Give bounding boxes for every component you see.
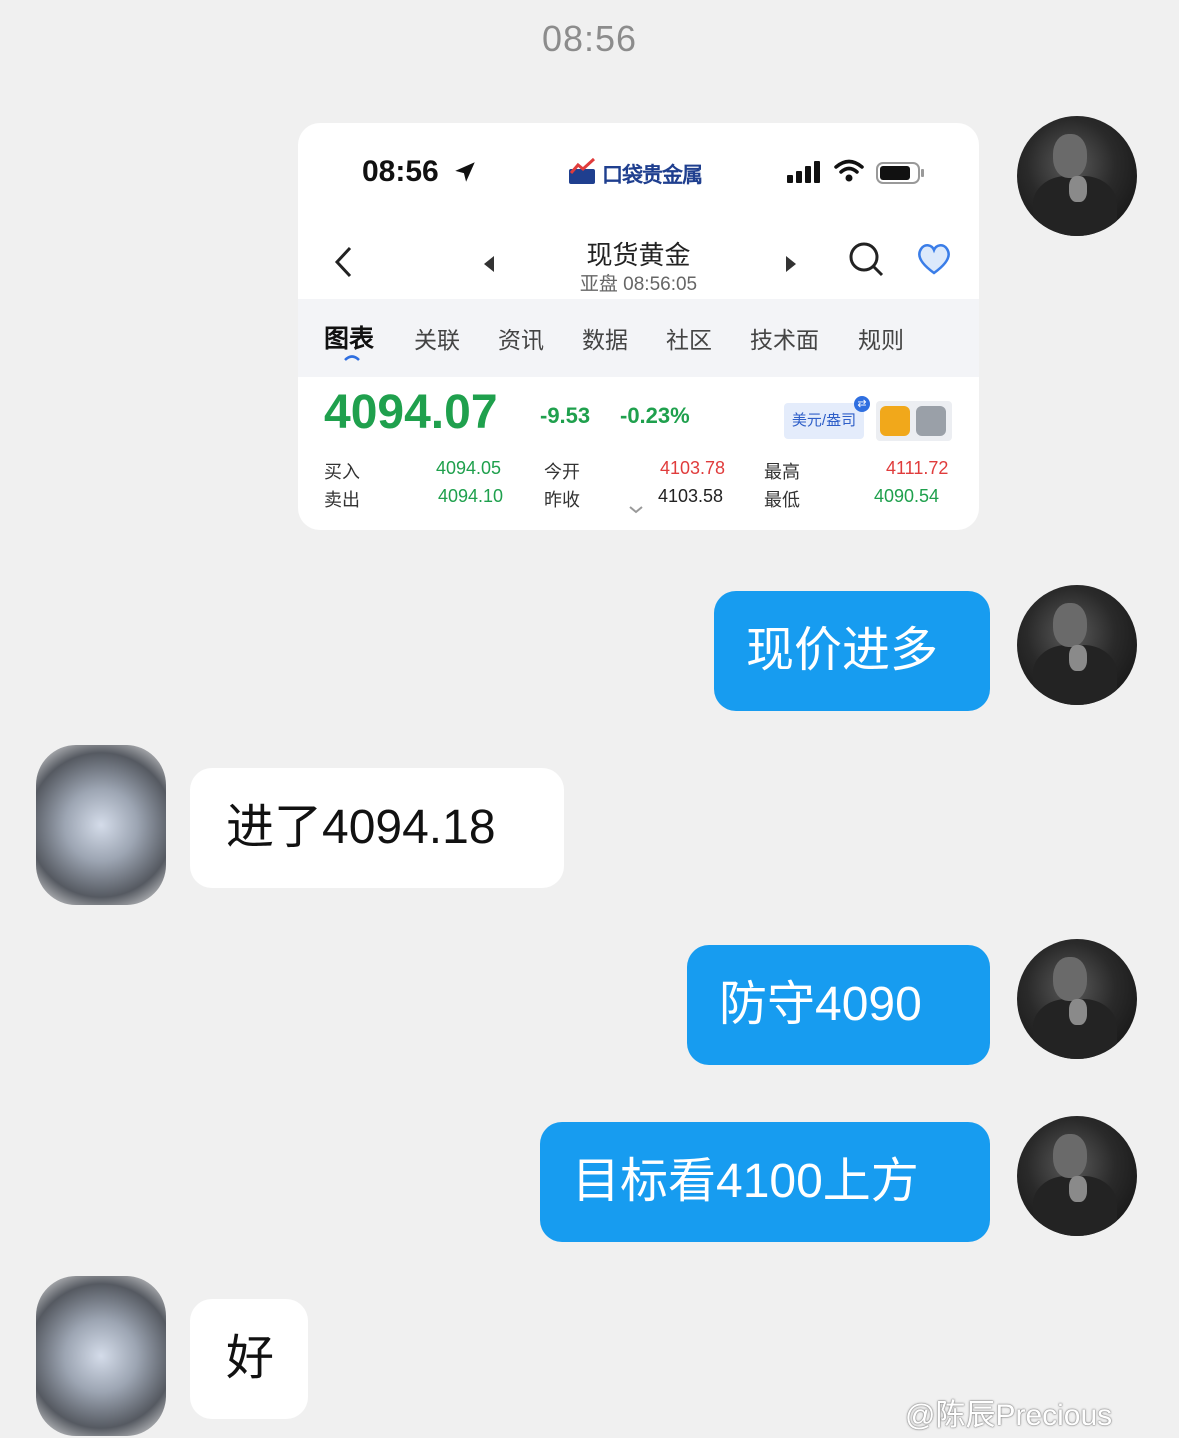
tab-related[interactable]: 关联 xyxy=(414,321,460,355)
high-value: 4111.72 xyxy=(886,458,949,478)
logo-mark-icon xyxy=(569,157,596,184)
my-avatar[interactable] xyxy=(1017,1116,1137,1236)
message-bubble-sent[interactable]: 防守4090 xyxy=(687,945,990,1065)
status-time: 08:56 xyxy=(362,155,439,188)
tab-technical[interactable]: 技术面 xyxy=(750,321,819,355)
active-tab-indicator-icon xyxy=(344,355,360,361)
bid-value: 4094.05 xyxy=(436,458,502,478)
next-instrument-icon[interactable] xyxy=(784,255,798,273)
prev-close-value: 4103.58 xyxy=(658,486,724,506)
message-bubble-sent[interactable]: 目标看4100上方 xyxy=(540,1122,990,1242)
my-avatar[interactable] xyxy=(1017,939,1137,1059)
shared-screenshot-card[interactable]: 08:56 口袋贵金属 现货黄金 亚盘 08:56:05 图表 关联 资讯 数据… xyxy=(298,123,979,530)
cellular-signal-icon xyxy=(787,161,820,183)
expand-chevron-icon[interactable] xyxy=(628,505,644,514)
price-change: -9.53 xyxy=(540,403,591,428)
message-bubble-received[interactable]: 进了4094.18 xyxy=(190,768,564,888)
my-avatar[interactable] xyxy=(1017,585,1137,705)
ask-label: 卖出 xyxy=(324,490,360,510)
low-value: 4090.54 xyxy=(874,486,940,506)
prev-close-label: 昨收 xyxy=(544,490,580,510)
contact-avatar[interactable] xyxy=(36,1276,166,1436)
message-bubble-received[interactable]: 好 xyxy=(190,1299,308,1419)
battery-icon xyxy=(876,162,924,184)
contact-avatar[interactable] xyxy=(36,745,166,905)
low-label: 最低 xyxy=(764,490,800,510)
swap-icon: ⇄ xyxy=(854,396,870,412)
last-price: 4094.07 xyxy=(324,386,498,439)
message-bubble-sent[interactable]: 现价进多 xyxy=(714,591,990,711)
price-change-percent: -0.23% xyxy=(620,403,690,428)
tab-chart[interactable]: 图表 xyxy=(324,319,374,355)
open-label: 今开 xyxy=(544,462,580,482)
chat-timestamp: 08:56 xyxy=(541,18,638,59)
app-logo-text: 口袋贵金属 xyxy=(602,164,703,187)
status-bar: 08:56 口袋贵金属 xyxy=(298,153,979,193)
ask-value: 4094.10 xyxy=(438,486,504,506)
tab-community[interactable]: 社区 xyxy=(666,321,712,355)
location-arrow-icon xyxy=(455,162,475,182)
open-value: 4103.78 xyxy=(660,458,726,478)
favorite-heart-icon[interactable] xyxy=(916,243,952,275)
bid-label: 买入 xyxy=(324,462,360,482)
refresh-icon[interactable] xyxy=(880,406,910,436)
my-avatar[interactable] xyxy=(1017,116,1137,236)
tab-rules[interactable]: 规则 xyxy=(858,321,904,355)
quote-nav-bar: 现货黄金 亚盘 08:56:05 xyxy=(298,223,979,299)
search-icon[interactable] xyxy=(848,241,884,277)
quote-tabs: 图表 关联 资讯 数据 社区 技术面 规则 xyxy=(298,299,979,377)
app-logo: 口袋贵金属 xyxy=(568,157,703,190)
high-label: 最高 xyxy=(764,462,800,482)
tab-news[interactable]: 资讯 xyxy=(498,321,544,355)
settings-icon[interactable] xyxy=(916,406,946,436)
currency-unit-button[interactable]: 美元/盎司 xyxy=(784,403,864,439)
weibo-watermark: @陈辰Precious xyxy=(905,1399,1113,1432)
tab-data[interactable]: 数据 xyxy=(582,321,628,355)
wifi-icon xyxy=(834,159,864,182)
